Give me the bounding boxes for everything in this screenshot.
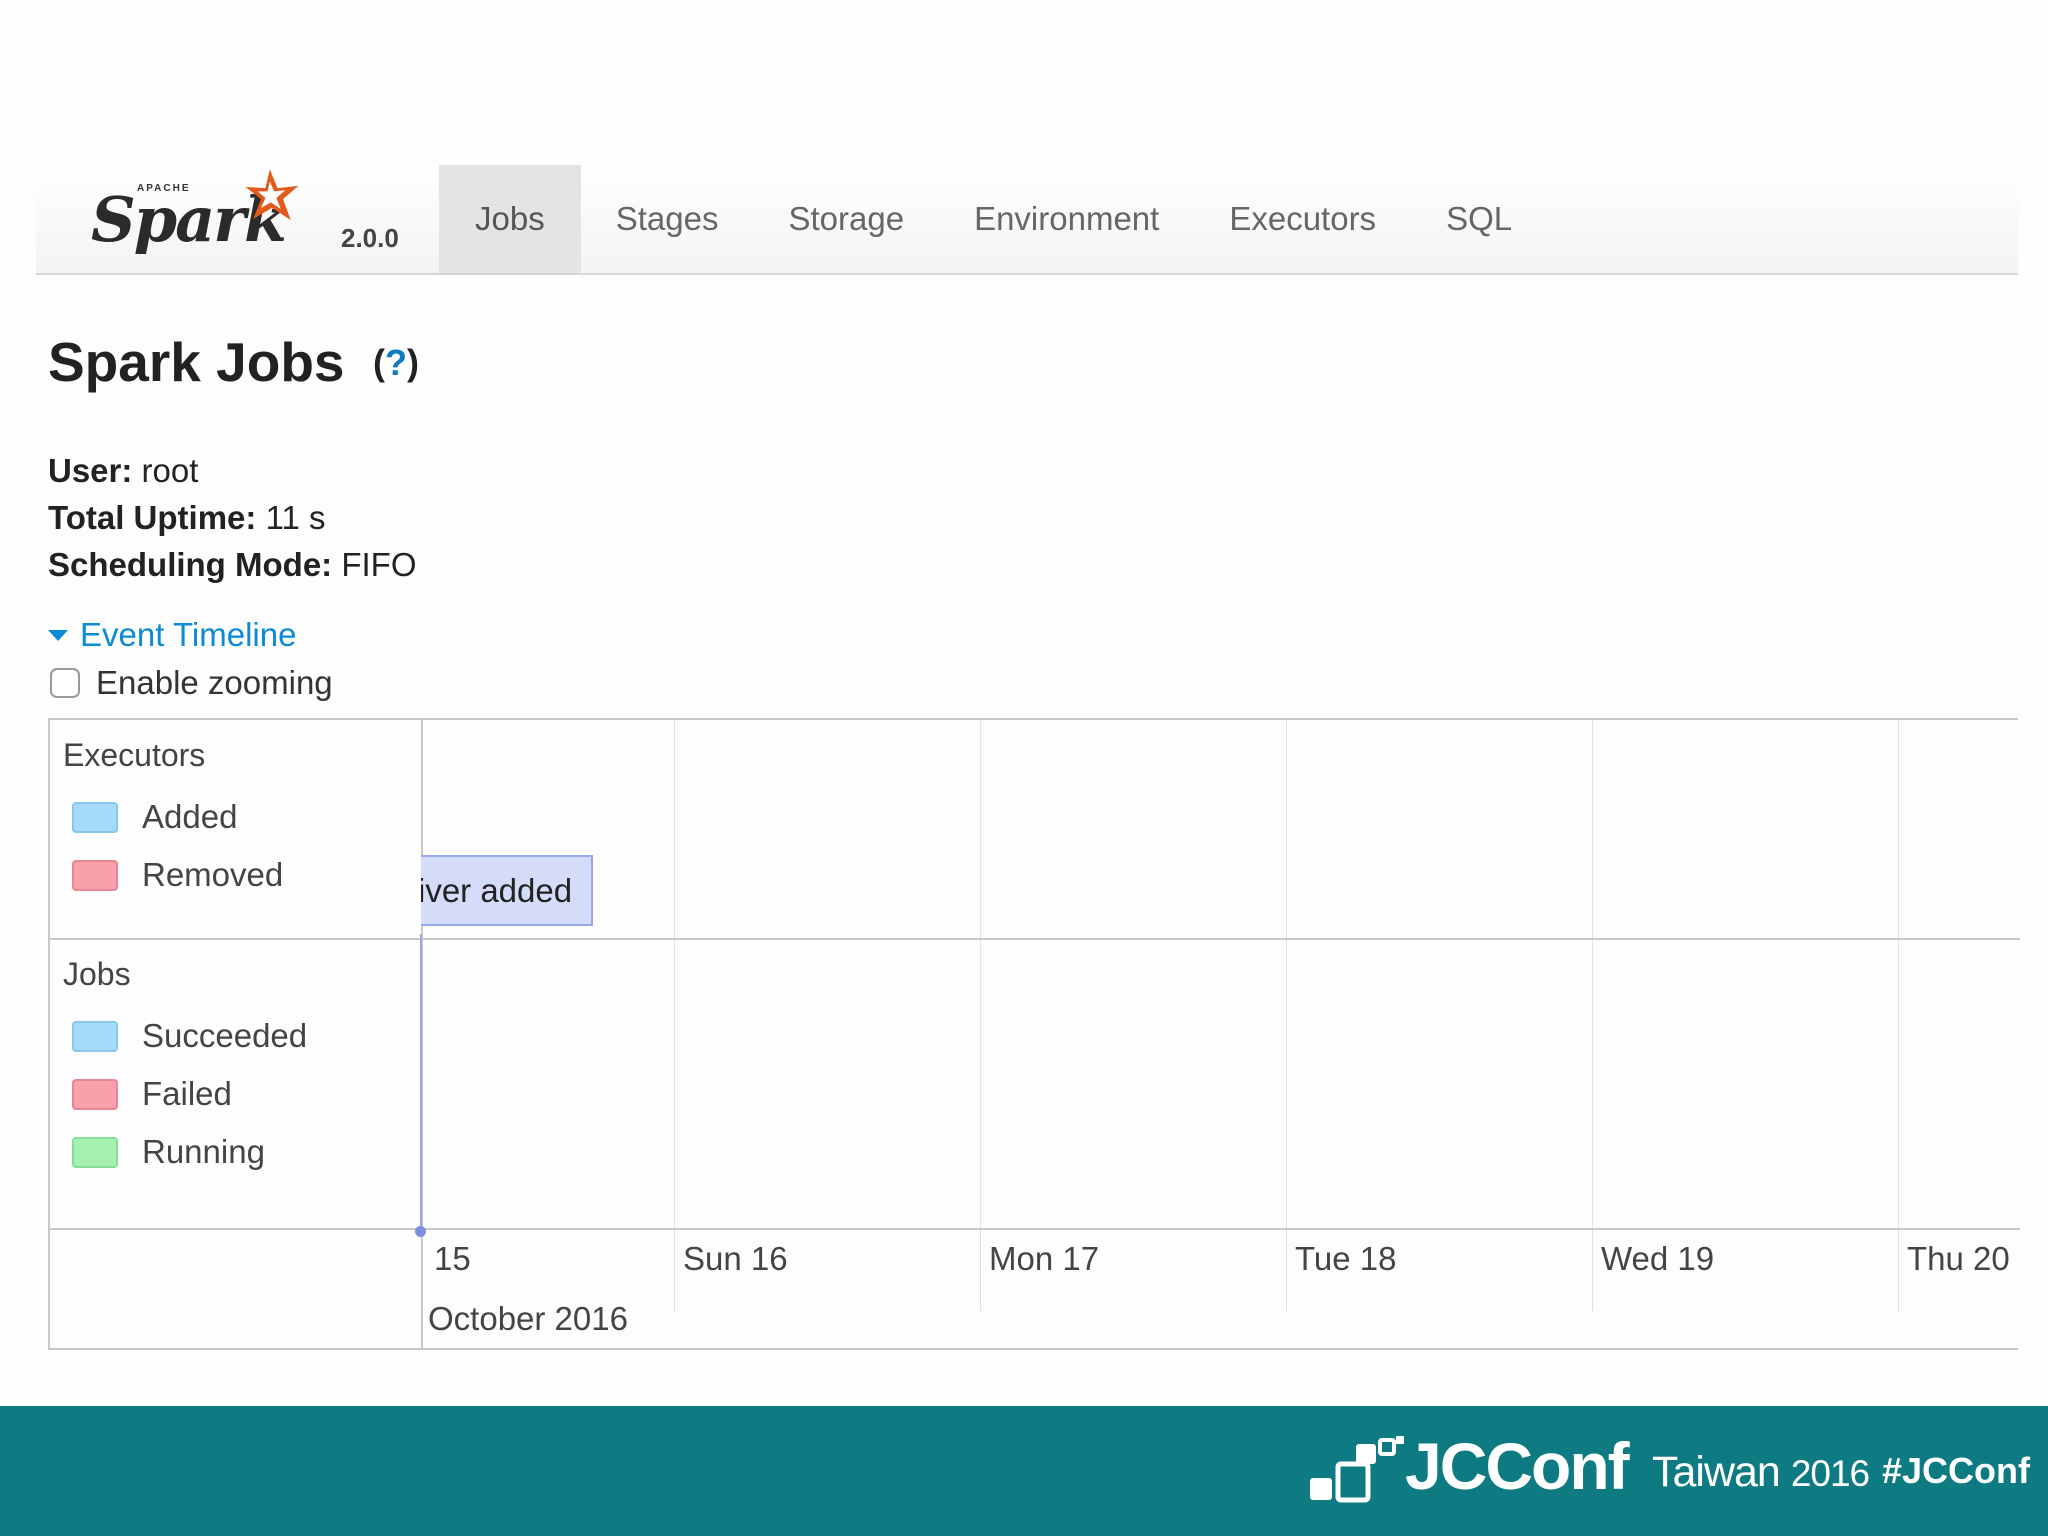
job-summary: User: root Total Uptime: 11 s Scheduling…	[48, 447, 417, 588]
spark-version: 2.0.0	[341, 223, 399, 253]
jcconf-blocks-icon	[1310, 1436, 1404, 1503]
legend-label: Running	[142, 1133, 265, 1170]
current-time-dot	[415, 1226, 426, 1237]
jobs-group-label: Jobs	[63, 956, 131, 992]
event-label: river added	[421, 871, 573, 909]
enable-zooming-checkbox[interactable]	[50, 668, 80, 698]
tab-sql[interactable]: SQL	[1411, 165, 1547, 273]
removed-swatch	[72, 859, 118, 891]
legend-label: Failed	[142, 1075, 232, 1112]
legend-job-running: Running	[72, 1133, 265, 1171]
tab-stages[interactable]: Stages	[581, 165, 754, 273]
nav-tabs: Jobs Stages Storage Environment Executor…	[439, 165, 1547, 273]
axis-tick	[1286, 1233, 1287, 1311]
enable-zooming-option[interactable]: Enable zooming	[50, 664, 333, 702]
event-timeline-label: Event Timeline	[80, 616, 297, 653]
executors-group-label: Executors	[63, 737, 206, 773]
uptime-label: Total Uptime:	[48, 499, 257, 536]
user-label: User:	[48, 452, 133, 489]
help-paren-open: (	[373, 342, 385, 383]
legend-job-failed: Failed	[72, 1075, 232, 1113]
help-paren-close: )	[407, 342, 419, 383]
added-swatch	[72, 801, 118, 833]
grid-line	[980, 720, 981, 1300]
jcconf-year: 2016	[1790, 1453, 1870, 1494]
tab-environment[interactable]: Environment	[939, 165, 1194, 273]
failed-swatch	[72, 1078, 118, 1110]
event-timeline-toggle[interactable]: Event Timeline	[48, 616, 296, 654]
user-row: User: root	[48, 447, 417, 494]
row-divider	[50, 938, 2020, 940]
user-value: root	[141, 452, 199, 489]
enable-zooming-label: Enable zooming	[96, 664, 333, 701]
current-time-marker	[420, 934, 422, 1232]
uptime-row: Total Uptime: 11 s	[48, 494, 417, 541]
jcconf-region: Taiwan 2016	[1652, 1448, 1870, 1497]
axis-tick	[1898, 1233, 1899, 1311]
conference-footer: JCConf Taiwan 2016 #JCConf	[0, 1406, 2048, 1536]
axis-month-label: October 2016	[428, 1300, 628, 1337]
legend-job-succeeded: Succeeded	[72, 1017, 307, 1055]
axis-tick	[674, 1233, 675, 1311]
axis-tick	[980, 1233, 981, 1311]
succeeded-swatch	[72, 1020, 118, 1052]
scheduling-label: Scheduling Mode:	[48, 546, 333, 583]
axis-label-thu-20: Thu 20	[1907, 1240, 2010, 1277]
spark-star-icon	[245, 169, 299, 220]
page-title: Spark Jobs	[48, 331, 345, 393]
grid-line	[1286, 720, 1287, 1300]
legend-executor-removed: Removed	[72, 856, 283, 894]
axis-tick	[1592, 1233, 1593, 1311]
axis-divider	[50, 1228, 2020, 1230]
driver-added-event[interactable]: river added	[421, 855, 593, 926]
jcconf-wordmark: JCConf	[1405, 1429, 1630, 1503]
jcconf-region-name: Taiwan	[1652, 1448, 1781, 1496]
navbar: APACHE Spark 2.0.0 Jobs Stages Storage E…	[36, 165, 2018, 275]
spark-logo[interactable]: APACHE Spark 2.0.0	[91, 165, 399, 275]
scheduling-row: Scheduling Mode: FIFO	[48, 541, 417, 588]
tab-storage[interactable]: Storage	[753, 165, 939, 273]
grid-line	[674, 720, 675, 1300]
event-timeline[interactable]: Executors Added Removed Jobs Succeeded F…	[48, 718, 2020, 1350]
uptime-value: 11 s	[265, 499, 326, 536]
legend-label: Added	[142, 798, 238, 835]
running-swatch	[72, 1136, 118, 1168]
legend-executor-added: Added	[72, 798, 237, 836]
jcconf-hashtag: #JCConf	[1882, 1450, 2031, 1491]
tab-executors[interactable]: Executors	[1194, 165, 1411, 273]
axis-label-sun-16: Sun 16	[683, 1240, 788, 1277]
axis-label-15: 15	[434, 1240, 471, 1277]
legend-label: Removed	[142, 856, 284, 893]
grid-line	[1898, 720, 1899, 1300]
legend-label: Succeeded	[142, 1017, 308, 1054]
axis-label-mon-17: Mon 17	[989, 1240, 1100, 1277]
caret-down-icon	[48, 629, 68, 641]
axis-label-tue-18: Tue 18	[1295, 1240, 1397, 1277]
axis-label-wed-19: Wed 19	[1601, 1240, 1715, 1277]
tab-jobs[interactable]: Jobs	[439, 165, 581, 273]
slide-background: APACHE Spark 2.0.0 Jobs Stages Storage E…	[0, 0, 2048, 1406]
help-question-icon[interactable]: ?	[385, 342, 407, 383]
scheduling-value: FIFO	[341, 546, 417, 583]
grid-line	[1592, 720, 1593, 1300]
help-link[interactable]: (?)	[373, 342, 419, 384]
